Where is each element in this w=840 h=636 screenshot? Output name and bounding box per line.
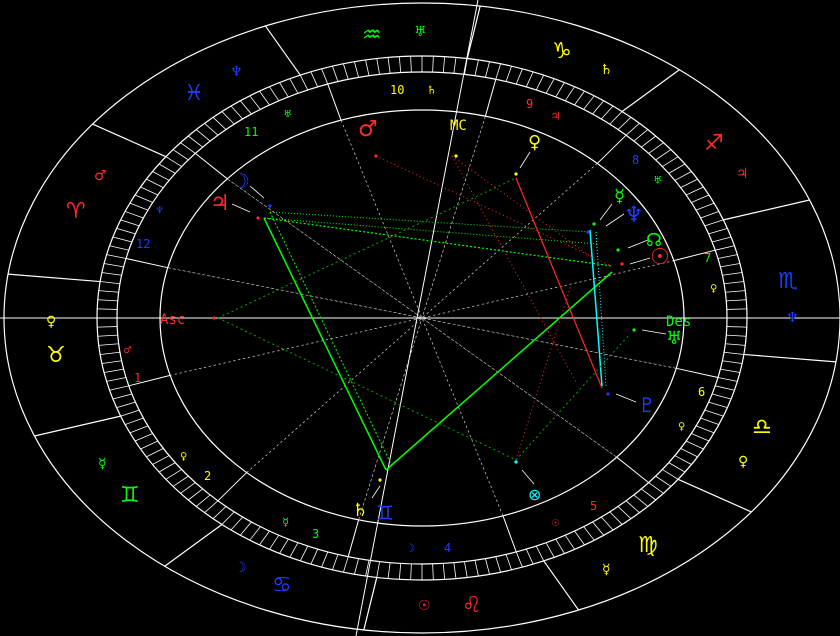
mars-dot: [374, 154, 378, 158]
house-1-ruler: ♂: [124, 343, 131, 357]
sign-taurus: ♉: [46, 343, 66, 368]
uranus-dot: [632, 328, 636, 332]
house-12-ruler: ♆: [156, 203, 163, 217]
ruler-virgo: ☿: [602, 562, 611, 578]
house-4: 4: [444, 541, 451, 555]
sign-capricorn: ♑: [552, 39, 572, 64]
venus-glyph: ♀: [528, 132, 541, 153]
astrology-chart: Asc MC Des ♂ ♀ ☽ ♃ ☿ ♆ ☊ ☉ ♅ ♇ ⊗ ♄ ♊ ♒ ♅…: [0, 0, 840, 636]
ruler-gemini: ☿: [98, 456, 107, 472]
house-8-ruler: ♅: [654, 173, 661, 187]
ruler-sagittarius: ♃: [736, 166, 749, 182]
house-10: 10: [390, 83, 404, 97]
sign-gemini: ♊: [120, 483, 140, 508]
ruler-taurus: ♀: [46, 314, 56, 330]
pluto-glyph: ♇: [638, 393, 656, 417]
sign-cancer: ♋: [272, 573, 292, 598]
degree-tick: [726, 308, 747, 310]
house-3: 3: [312, 527, 319, 541]
mc-dot: [454, 154, 458, 158]
neptune-dot: [586, 230, 590, 234]
ruler-aries: ♂: [94, 168, 107, 184]
house-6-ruler: ♀: [678, 419, 685, 433]
venus-dot: [514, 172, 518, 176]
house-2-ruler: ♀: [180, 449, 187, 463]
house-3-ruler: ☿: [282, 515, 289, 529]
ruler-leo: ☉: [418, 598, 431, 614]
fortune-glyph: ⊗: [528, 485, 541, 504]
ruler-capricorn: ♄: [600, 62, 613, 78]
node-dot: [616, 248, 620, 252]
house-12: 12: [136, 237, 150, 251]
house-10-ruler: ♄: [428, 83, 435, 97]
sign-leo: ♌: [462, 593, 482, 618]
sign-pisces: ♓: [184, 81, 204, 106]
house-7: 7: [704, 251, 711, 265]
house-7-ruler: ♀: [710, 281, 717, 295]
house-9: 9: [526, 97, 533, 111]
mercury-dot: [592, 222, 596, 226]
house-4-ruler: ☽: [408, 541, 415, 555]
pluto-dot: [606, 392, 610, 396]
degree-tick: [97, 308, 118, 310]
sign-aries: ♈: [66, 199, 86, 224]
house-8: 8: [632, 153, 639, 167]
sun-dot: [620, 262, 624, 266]
neptune-glyph: ♆: [624, 203, 644, 228]
gemini-planet-glyph: ♊: [376, 501, 394, 525]
sign-libra: ♎: [752, 415, 772, 440]
sign-sagittarius: ♐: [704, 131, 724, 156]
house-6: 6: [698, 385, 705, 399]
saturn-glyph: ♄: [352, 500, 368, 521]
moon-glyph: ☽: [232, 169, 250, 193]
ruler-scorpio: ♆: [786, 310, 799, 326]
house-11-ruler: ♅: [284, 107, 291, 121]
sign-aquarius: ♒: [362, 23, 382, 48]
asc-label: Asc: [160, 312, 185, 328]
moon-dot: [268, 204, 272, 208]
asc-dot: [212, 316, 216, 320]
mc-label: MC: [450, 118, 467, 134]
house-2: 2: [204, 469, 211, 483]
house-5-ruler: ☉: [552, 515, 559, 529]
jupiter-dot: [256, 216, 260, 220]
ruler-pisces: ♆: [230, 64, 243, 80]
sign-scorpio: ♏: [778, 269, 798, 294]
house-11: 11: [244, 125, 258, 139]
ruler-aquarius: ♅: [414, 24, 427, 40]
degree-tick: [97, 326, 118, 328]
uranus-glyph: ♅: [666, 328, 682, 349]
house-5: 5: [590, 499, 597, 513]
ruler-libra: ♀: [738, 454, 748, 470]
fortune-dot: [514, 460, 518, 464]
sign-virgo: ♍: [638, 533, 658, 558]
house-1: 1: [134, 371, 141, 385]
degree-tick: [726, 326, 747, 328]
saturn-dot: [378, 478, 382, 482]
ruler-cancer: ☽: [234, 560, 247, 576]
sun-glyph: ☉: [650, 245, 670, 270]
mars-glyph: ♂: [358, 117, 378, 142]
jupiter-glyph: ♃: [210, 191, 230, 216]
house-9-ruler: ♃: [552, 109, 559, 123]
